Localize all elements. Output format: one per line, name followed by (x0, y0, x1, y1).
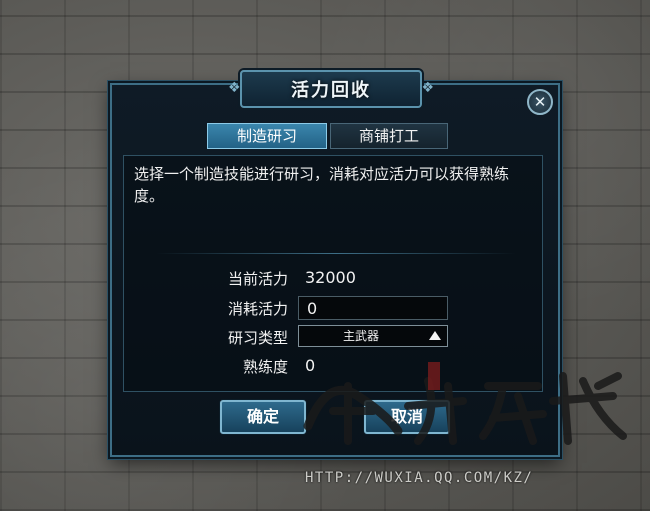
watermark-url: HTTP://WUXIA.QQ.COM/KZ/ (305, 470, 534, 486)
triangle-up-icon[interactable] (429, 331, 441, 340)
dialog-title: 活力回收 (291, 80, 371, 101)
description-text: 选择一个制造技能进行研习，消耗对应活力可以获得熟练度。 (134, 165, 510, 205)
close-icon: ✕ (533, 93, 547, 111)
consume-vitality-input[interactable]: 0 (298, 296, 448, 320)
dialog-title-plate: ❖ 活力回收 ❖ (228, 70, 434, 108)
study-type-label: 研习类型 (227, 329, 288, 347)
consume-vitality-label: 消耗活力 (227, 300, 288, 318)
study-type-selected: 主武器 (342, 329, 379, 343)
close-button[interactable]: ✕ (527, 89, 553, 115)
tab-shop-work[interactable]: 商铺打工 (330, 123, 448, 149)
tab-crafting-study[interactable]: 制造研习 (207, 123, 327, 149)
current-vitality-label: 当前活力 (227, 270, 288, 288)
left-ornament-icon: ❖ (228, 80, 241, 96)
current-vitality-value: 32000 (305, 268, 356, 287)
right-ornament-icon: ❖ (421, 80, 434, 96)
study-type-select[interactable]: 主武器 (298, 325, 448, 347)
proficiency-label: 熟练度 (242, 358, 288, 376)
divider (156, 253, 516, 254)
watermark-logo (303, 362, 627, 445)
